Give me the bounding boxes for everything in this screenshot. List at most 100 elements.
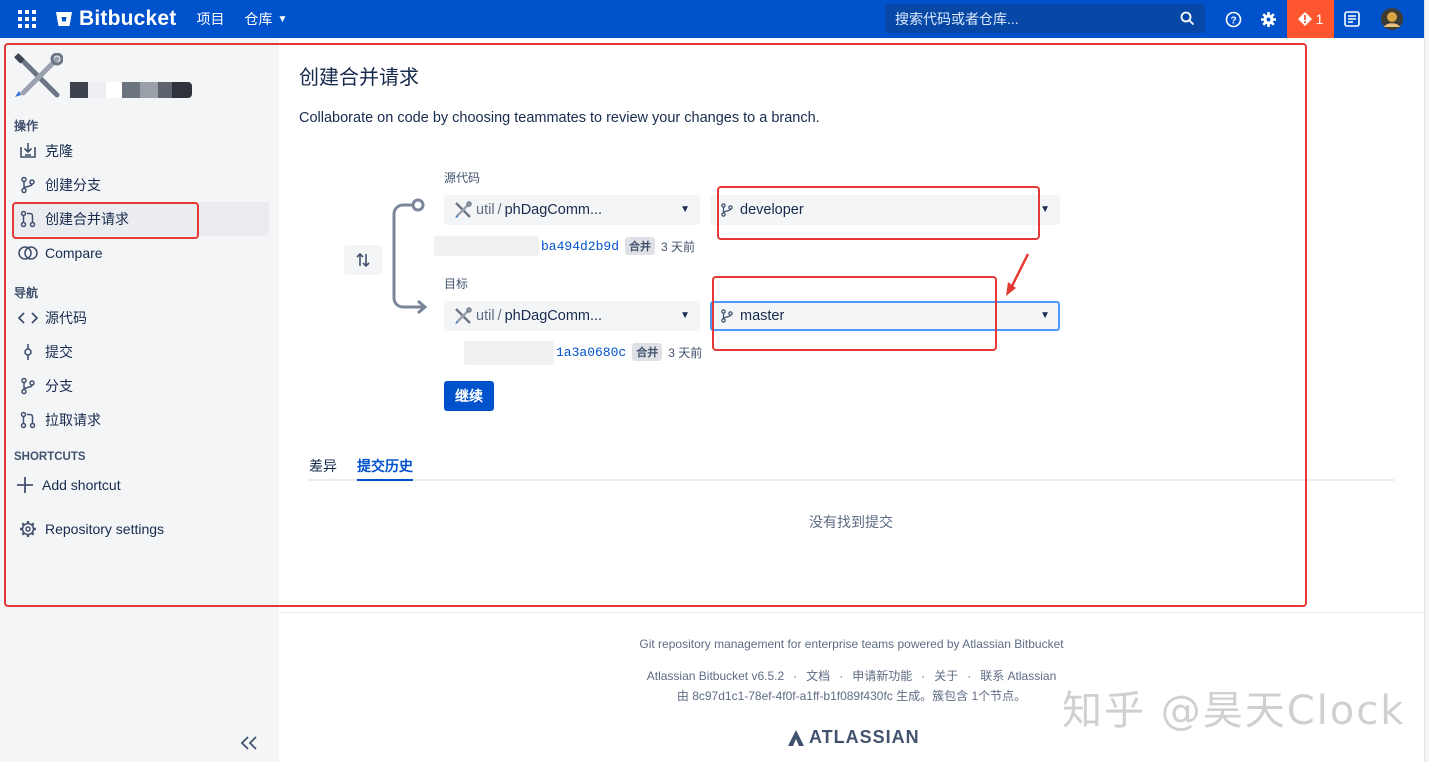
search-box[interactable] <box>885 4 1205 33</box>
source-repo-select[interactable]: util / phDagComm... ▼ <box>444 195 700 225</box>
sidebar-item-label: 提交 <box>45 344 73 360</box>
repository-settings-link[interactable]: Repository settings <box>13 512 269 546</box>
annotation-arrow-icon <box>1006 253 1030 296</box>
top-navigation-bar: Bitbucket 项目 仓库 ▼ ? 1 <box>0 0 1424 38</box>
target-repo-name: phDagComm... <box>504 308 603 324</box>
sidebar-item-clone[interactable]: 克隆 <box>13 134 269 168</box>
sidebar-item-create-branch[interactable]: 创建分支 <box>13 168 269 202</box>
merge-lozenge: 合并 <box>625 237 656 255</box>
chevron-down-icon: ▼ <box>680 310 690 321</box>
nav-repositories[interactable]: 仓库 ▼ <box>244 9 287 29</box>
tab-diff[interactable]: 差异 <box>309 456 337 481</box>
repo-tools-icon <box>454 201 472 219</box>
actions-section-title: 操作 <box>14 119 39 133</box>
footer-feature-request-link[interactable]: 申请新功能 <box>852 669 912 683</box>
redacted-author <box>434 236 539 256</box>
bitbucket-logo[interactable]: Bitbucket <box>55 7 176 31</box>
chevron-down-icon: ▼ <box>1040 204 1050 215</box>
pull-request-icon <box>18 209 38 229</box>
notifications-alert-button[interactable]: 1 <box>1287 0 1334 38</box>
merge-lozenge: 合并 <box>632 343 663 361</box>
target-branch-name: master <box>740 308 785 324</box>
atlassian-logo[interactable]: ATLASSIAN <box>788 727 920 748</box>
pull-request-icon <box>18 410 38 430</box>
nav-projects[interactable]: 项目 <box>196 9 224 29</box>
alert-count: 1 <box>1315 11 1324 27</box>
repo-name-redacted[interactable] <box>70 82 196 100</box>
main-content: 创建合并请求 Collaborate on code by choosing t… <box>279 38 1424 612</box>
source-repo-prefix: util <box>476 202 495 218</box>
sidebar-item-label: 创建分支 <box>45 177 101 193</box>
branch-icon <box>720 309 734 323</box>
target-branch-select[interactable]: master ▼ <box>710 301 1060 331</box>
sidebar-item-pull-requests[interactable]: 拉取请求 <box>13 403 269 437</box>
empty-commits-message: 没有找到提交 <box>809 514 893 530</box>
chevron-down-icon: ▼ <box>680 204 690 215</box>
target-repo-select[interactable]: util / phDagComm... ▼ <box>444 301 700 331</box>
shortcuts-section-title: SHORTCUTS <box>14 451 86 463</box>
swap-icon <box>356 252 370 268</box>
sidebar-item-label: 分支 <box>45 378 73 394</box>
swap-branches-button[interactable] <box>344 245 382 275</box>
repository-settings-label: Repository settings <box>45 521 165 537</box>
page-description: Collaborate on code by choosing teammate… <box>299 110 820 126</box>
commit-icon <box>18 342 38 362</box>
user-avatar[interactable] <box>1381 8 1403 30</box>
tab-bar: 差异 提交历史 <box>309 456 1394 481</box>
branch-icon <box>18 376 38 396</box>
source-latest-commit: ba494d2b9d 合并 3 天前 <box>541 237 695 255</box>
source-branch-name: developer <box>740 202 804 218</box>
source-target-connector-icon <box>392 198 428 315</box>
code-icon <box>18 308 38 328</box>
sidebar-item-create-pull-request[interactable]: 创建合并请求 <box>13 202 269 236</box>
footer-docs-link[interactable]: 文档 <box>806 669 830 683</box>
sidebar-item-label: 拉取请求 <box>45 412 101 428</box>
atlassian-wordmark: ATLASSIAN <box>809 727 920 747</box>
zhihu-watermark: 知乎 @昊天Clock <box>1062 688 1406 734</box>
sidebar-item-commits[interactable]: 提交 <box>13 335 269 369</box>
gear-icon[interactable] <box>1258 9 1278 29</box>
tab-commit-history[interactable]: 提交历史 <box>357 456 413 481</box>
continue-button[interactable]: 继续 <box>444 381 494 411</box>
sidebar-item-branches[interactable]: 分支 <box>13 369 269 403</box>
sidebar-item-label: 创建合并请求 <box>45 211 129 227</box>
footer-contact-link[interactable]: 联系 Atlassian <box>980 669 1056 683</box>
nav-repositories-label: 仓库 <box>244 11 273 27</box>
source-repo-name: phDagComm... <box>504 202 603 218</box>
footer-about-link[interactable]: 关于 <box>934 669 958 683</box>
collapse-sidebar-icon[interactable] <box>240 734 262 754</box>
nav-projects-label: 项目 <box>196 11 225 27</box>
footer-tagline: Git repository management for enterprise… <box>639 637 1064 651</box>
clone-icon <box>18 141 38 161</box>
footer-version: Atlassian Bitbucket v6.5.2 <box>646 669 785 683</box>
sidebar-item-compare[interactable]: Compare <box>13 236 269 270</box>
add-shortcut-label: Add shortcut <box>42 477 121 493</box>
repo-avatar-tools-icon[interactable] <box>13 52 64 101</box>
target-repo-prefix: util <box>476 308 495 324</box>
commit-time: 3 天前 <box>668 345 703 360</box>
help-icon[interactable]: ? <box>1223 9 1243 29</box>
branch-icon <box>18 175 38 195</box>
compare-icon <box>18 243 38 263</box>
scrollbar[interactable] <box>1424 0 1429 762</box>
add-shortcut-button[interactable]: Add shortcut <box>13 468 269 502</box>
source-branch-select[interactable]: developer ▼ <box>710 195 1060 225</box>
target-label: 目标 <box>444 277 469 291</box>
target-commit-hash[interactable]: 1a3a0680c <box>556 345 626 360</box>
atlassian-logo-icon <box>788 729 804 746</box>
gear-icon <box>18 519 38 539</box>
navigation-section-title: 导航 <box>14 286 39 300</box>
search-input[interactable] <box>895 10 1165 27</box>
source-commit-hash[interactable]: ba494d2b9d <box>541 239 619 254</box>
redacted-author <box>464 341 554 365</box>
alert-icon <box>1297 12 1312 26</box>
sidebar-item-label: Compare <box>45 245 103 261</box>
app-switcher-icon[interactable] <box>13 5 41 33</box>
sidebar-item-source[interactable]: 源代码 <box>13 301 269 335</box>
whats-new-icon[interactable] <box>1342 9 1362 29</box>
search-icon[interactable] <box>1180 11 1195 29</box>
plus-icon <box>15 475 35 495</box>
commit-time: 3 天前 <box>661 239 696 254</box>
source-label: 源代码 <box>444 171 481 185</box>
target-latest-commit: 1a3a0680c 合并 3 天前 <box>556 343 702 361</box>
